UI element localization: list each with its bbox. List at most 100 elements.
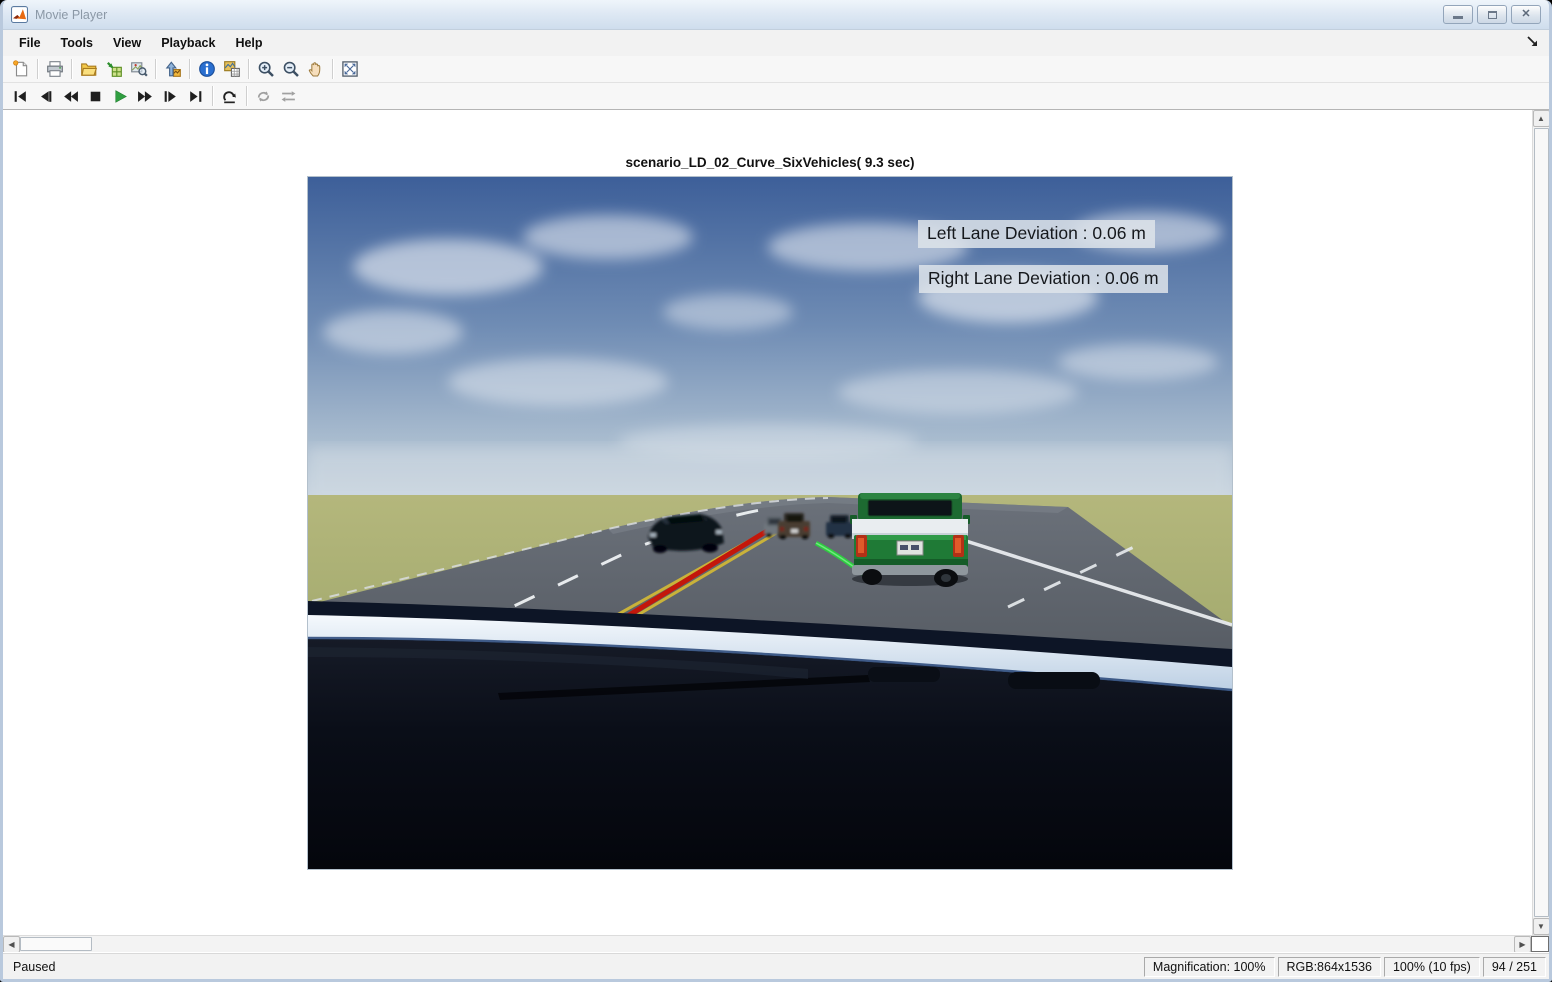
arrow-up-icon: ▲ <box>1537 113 1545 123</box>
zoom-out-button[interactable] <box>278 58 303 81</box>
export-image-button[interactable] <box>160 58 185 81</box>
left-lane-deviation-label: Left Lane Deviation : 0.06 m <box>918 220 1155 248</box>
arrow-down-icon: ▼ <box>1537 921 1545 931</box>
toolbar-separator <box>248 59 249 79</box>
menu-view[interactable]: View <box>103 33 151 53</box>
right-lane-deviation-label: Right Lane Deviation : 0.06 m <box>919 265 1168 293</box>
movie-player-window: Movie Player ✕ File Tools View Playback … <box>0 0 1552 982</box>
step-forward-icon <box>164 90 176 102</box>
vertical-scrollbar-thumb[interactable] <box>1533 128 1549 917</box>
play-forward-backward-button <box>276 85 301 108</box>
frame-counter-cell: 94 / 251 <box>1482 957 1546 977</box>
open-folder-icon <box>80 63 97 76</box>
step-back-icon <box>41 90 52 102</box>
play-icon <box>115 89 127 103</box>
playback-state-label: Paused <box>13 960 56 974</box>
fast-forward-button[interactable] <box>133 85 158 108</box>
magnification-cell: Magnification: 100% <box>1143 957 1275 977</box>
pixel-region-button[interactable] <box>219 58 244 81</box>
export-to-workspace-button[interactable] <box>101 58 126 81</box>
go-to-last-frame-button[interactable] <box>183 85 208 108</box>
arrow-left-icon: ◀ <box>8 939 15 949</box>
horizontal-scrollbar-thumb[interactable] <box>20 937 92 951</box>
menu-playback[interactable]: Playback <box>151 33 225 53</box>
step-back-button[interactable] <box>33 85 58 108</box>
toolbar-separator <box>155 59 156 79</box>
ego-dashboard <box>308 601 1232 869</box>
zoom-out-icon <box>283 61 299 77</box>
horizontal-scrollbar[interactable]: ◀ ▶ <box>3 935 1549 953</box>
maximize-button[interactable] <box>1477 5 1507 24</box>
title-bar[interactable]: Movie Player ✕ <box>3 0 1549 30</box>
scroll-left-button[interactable]: ◀ <box>3 936 20 953</box>
export-image-icon <box>165 61 181 77</box>
toolbar-separator <box>71 59 72 79</box>
toolbar-separator <box>212 86 213 106</box>
main-toolbar <box>3 56 1549 83</box>
matlab-app-icon <box>11 6 28 23</box>
go-to-first-frame-icon <box>14 90 26 102</box>
menu-tools[interactable]: Tools <box>51 33 103 53</box>
video-frame: Left Lane Deviation : 0.06 m Right Lane … <box>307 176 1233 870</box>
new-file-button[interactable] <box>8 58 33 81</box>
step-forward-button[interactable] <box>158 85 183 108</box>
export-to-workspace-icon <box>106 62 122 77</box>
arrow-right-icon: ▶ <box>1519 939 1526 949</box>
stop-icon <box>90 91 101 101</box>
go-to-last-frame-icon <box>190 90 202 102</box>
repeat-loop-button <box>251 85 276 108</box>
scroll-up-button[interactable]: ▲ <box>1532 110 1549 127</box>
pan-hand-icon <box>308 62 320 77</box>
fast-forward-icon <box>138 90 152 102</box>
dock-arrow-icon[interactable] <box>1526 35 1539 48</box>
play-forward-backward-icon <box>281 90 296 102</box>
vehicle-blue-car <box>826 515 853 539</box>
new-file-icon <box>12 60 27 77</box>
vertical-scrollbar[interactable]: ▲ ▼ <box>1532 110 1549 935</box>
fit-to-window-icon <box>341 61 358 77</box>
pan-button[interactable] <box>303 58 328 81</box>
frame-title: scenario_LD_02_Curve_SixVehicles( 9.3 se… <box>625 155 915 170</box>
close-icon: ✕ <box>1521 8 1531 20</box>
rewind-button[interactable] <box>58 85 83 108</box>
status-bar: Paused Magnification: 100% RGB:864x1536 … <box>3 952 1549 979</box>
menu-help[interactable]: Help <box>225 33 272 53</box>
framerate-cell: 100% (10 fps) <box>1383 957 1480 977</box>
horizontal-scrollbar-track[interactable] <box>92 936 1514 952</box>
zoom-in-button[interactable] <box>253 58 278 81</box>
print-button[interactable] <box>42 58 67 81</box>
window-title: Movie Player <box>35 7 108 22</box>
resolution-cell: RGB:864x1536 <box>1277 957 1381 977</box>
info-icon <box>198 61 215 77</box>
inspect-frame-icon <box>130 62 148 77</box>
jump-to-frame-icon <box>223 90 236 103</box>
open-file-button[interactable] <box>76 58 101 81</box>
jump-to-frame-button[interactable] <box>217 85 242 108</box>
inspect-frame-button[interactable] <box>126 58 151 81</box>
close-button[interactable]: ✕ <box>1511 5 1541 24</box>
print-icon <box>46 61 63 77</box>
menu-file[interactable]: File <box>9 33 51 53</box>
rewind-icon <box>64 90 78 102</box>
toolbar-separator <box>189 59 190 79</box>
pixel-region-icon <box>223 61 240 77</box>
video-viewport: scenario_LD_02_Curve_SixVehicles( 9.3 se… <box>3 110 1549 935</box>
play-button[interactable] <box>108 85 133 108</box>
minimize-icon <box>1453 16 1463 19</box>
toolbar-separator <box>246 86 247 106</box>
info-button[interactable] <box>194 58 219 81</box>
stop-button[interactable] <box>83 85 108 108</box>
maximize-icon <box>1487 10 1497 19</box>
toolbar-separator <box>332 59 333 79</box>
fit-to-window-button[interactable] <box>337 58 362 81</box>
menu-bar: File Tools View Playback Help <box>3 30 1549 56</box>
zoom-in-icon <box>258 61 274 77</box>
toolbar-separator <box>37 59 38 79</box>
repeat-loop-icon <box>257 90 270 102</box>
minimize-button[interactable] <box>1443 5 1473 24</box>
go-to-first-frame-button[interactable] <box>8 85 33 108</box>
scrollbar-corner <box>1531 936 1549 952</box>
scroll-down-button[interactable]: ▼ <box>1532 918 1549 935</box>
scroll-right-button[interactable]: ▶ <box>1514 936 1531 953</box>
window-frame: Movie Player ✕ File Tools View Playback … <box>0 0 1552 982</box>
